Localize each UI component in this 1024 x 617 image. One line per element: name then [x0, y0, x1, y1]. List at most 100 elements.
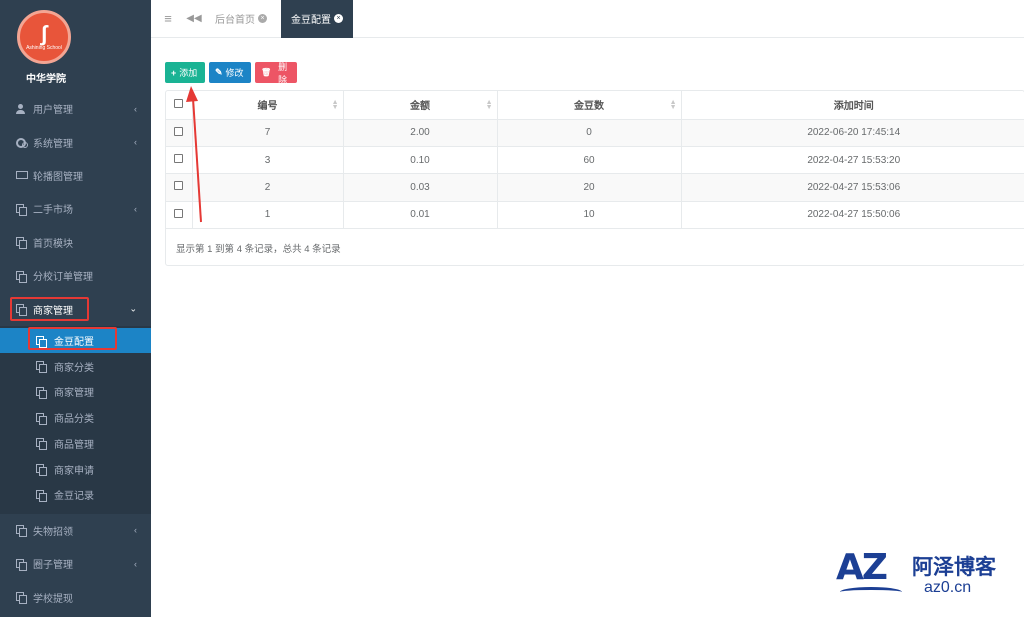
sidebar-nav-bottom: 失物招领 ‹ 圈子管理 ‹ 学校提现 [0, 514, 151, 614]
tab-label: 金豆配置 [291, 15, 331, 26]
table-row[interactable]: 1 0.01 10 2022-04-27 15:50:06 [166, 201, 1024, 230]
pencil-icon: ✎ [215, 67, 223, 77]
table-row[interactable]: 2 0.03 20 2022-04-27 15:53:06 [166, 173, 1024, 202]
cell-created: 2022-04-27 15:53:06 [681, 173, 1024, 202]
sidebar-item-label: 商家管理 [33, 305, 73, 317]
double-chevron-left-icon[interactable]: ◀◀ [183, 13, 205, 24]
sidebar-item-label: 二手市场 [33, 205, 73, 217]
copy-icon [16, 203, 27, 216]
toolbar: + 添加 ✎ 修改 🗑 删除 [165, 61, 297, 85]
submenu-item-merchant-manage[interactable]: 商家管理 [0, 379, 151, 405]
sidebar-item-label: 失物招领 [33, 526, 73, 538]
row-checkbox[interactable] [174, 208, 184, 218]
menu-icon[interactable]: ≡ [157, 11, 179, 26]
submenu-item-merchant-category[interactable]: 商家分类 [0, 353, 151, 379]
cell-amount: 0.03 [343, 173, 498, 202]
copy-icon [36, 438, 47, 451]
add-button-label: 添加 [179, 68, 198, 78]
column-header-id[interactable]: 编号 ▲ ▼ [192, 91, 344, 120]
delete-button[interactable]: 🗑 删除 [255, 61, 297, 85]
select-all-cell [166, 91, 193, 120]
sidebar-item-circles[interactable]: 圈子管理 ‹ [0, 547, 151, 580]
copy-icon [16, 592, 27, 605]
submenu-item-label: 金豆配置 [54, 337, 94, 349]
school-logo: ʃ Ashining School [17, 10, 71, 64]
cell-id: 7 [192, 119, 344, 147]
sidebar-item-label: 首页模块 [33, 238, 73, 250]
cell-created: 2022-06-20 17:45:14 [681, 119, 1024, 147]
sidebar-item-merchants[interactable]: 商家管理 ⌄ [0, 292, 151, 325]
cell-beans: 0 [497, 119, 682, 147]
row-checkbox[interactable] [174, 181, 184, 191]
copy-icon [16, 270, 27, 283]
logo-glyph: ʃ [40, 21, 48, 46]
cell-created: 2022-04-27 15:50:06 [681, 201, 1024, 230]
submenu-item-product-manage[interactable]: 商品管理 [0, 430, 151, 456]
cell-beans: 60 [497, 146, 682, 175]
cell-id: 3 [192, 146, 344, 175]
delete-button-label: 删除 [278, 61, 288, 85]
submenu-item-label: 商品管理 [54, 439, 94, 451]
column-header-beans[interactable]: 金豆数 ▲ ▼ [497, 91, 682, 120]
table-row[interactable]: 7 2.00 0 2022-06-20 17:45:14 [166, 119, 1024, 147]
submenu-item-gold-bean-records[interactable]: 金豆记录 [0, 482, 151, 508]
row-checkbox[interactable] [174, 126, 184, 136]
sidebar-item-second-hand[interactable]: 二手市场 ‹ [0, 192, 151, 225]
sidebar: ʃ Ashining School 中华学院 用户管理 ‹ 系统管理 ‹ 轮播图… [0, 0, 151, 617]
copy-icon [16, 237, 27, 250]
chevron-left-icon: ‹ [134, 203, 137, 214]
sidebar-item-label: 轮播图管理 [33, 171, 83, 183]
chevron-left-icon: ‹ [134, 137, 137, 148]
chevron-left-icon: ‹ [134, 103, 137, 114]
row-checkbox[interactable] [174, 154, 184, 164]
column-header-created[interactable]: 添加时间 [681, 91, 1024, 120]
copy-icon [36, 412, 47, 425]
logo-area: ʃ Ashining School 中华学院 [0, 0, 151, 92]
submenu-item-label: 商家管理 [54, 388, 94, 400]
sort-icon: ▲ ▼ [331, 98, 339, 111]
tab-gold-bean-config[interactable]: 金豆配置 × [281, 0, 353, 38]
cell-id: 1 [192, 201, 344, 230]
cell-amount: 0.10 [343, 146, 498, 175]
sidebar-item-label: 用户管理 [33, 105, 73, 117]
column-header-amount[interactable]: 金额 ▲ ▼ [343, 91, 498, 120]
add-button[interactable]: + 添加 [165, 62, 205, 83]
cogs-icon [16, 137, 28, 149]
submenu-item-product-category[interactable]: 商品分类 [0, 405, 151, 431]
sidebar-item-label: 分校订单管理 [33, 272, 93, 284]
sidebar-item-users[interactable]: 用户管理 ‹ [0, 92, 151, 125]
sidebar-item-system[interactable]: 系统管理 ‹ [0, 125, 151, 158]
edit-button[interactable]: ✎ 修改 [209, 62, 251, 83]
sidebar-item-carousel[interactable]: 轮播图管理 [0, 159, 151, 192]
copy-icon [16, 304, 27, 317]
sidebar-item-label: 学校提现 [33, 593, 73, 605]
copy-icon [36, 489, 47, 502]
submenu-item-label: 金豆记录 [54, 491, 94, 503]
copy-icon [16, 558, 27, 571]
sidebar-item-home-module[interactable]: 首页模块 [0, 226, 151, 259]
close-icon[interactable]: × [258, 14, 267, 23]
sidebar-item-school-withdraw[interactable]: 学校提现 [0, 580, 151, 613]
desktop-icon [16, 170, 28, 180]
submenu-item-gold-bean-config[interactable]: 金豆配置 [0, 327, 151, 354]
sidebar-nav: 用户管理 ‹ 系统管理 ‹ 轮播图管理 二手市场 ‹ 首页模块 分校订单管理 商… [0, 92, 151, 326]
cell-created: 2022-04-27 15:53:20 [681, 146, 1024, 175]
watermark-url: az0.cn [924, 579, 972, 596]
submenu-item-label: 商家申请 [54, 465, 94, 477]
select-all-checkbox[interactable] [174, 98, 184, 108]
sort-icon: ▲ ▼ [669, 98, 677, 111]
copy-icon [36, 464, 47, 477]
sidebar-item-branch-orders[interactable]: 分校订单管理 [0, 259, 151, 292]
chevron-left-icon: ‹ [134, 558, 137, 569]
cell-id: 2 [192, 173, 344, 202]
pagination-info: 显示第 1 到第 4 条记录，总共 4 条记录 [176, 244, 341, 255]
sidebar-item-label: 圈子管理 [33, 560, 73, 572]
watermark: AZ 阿泽博客 az0.cn [836, 547, 1016, 607]
tab-home[interactable]: 后台首页 × [205, 0, 277, 38]
submenu-item-label: 商品分类 [54, 414, 94, 426]
close-icon[interactable]: × [334, 14, 343, 23]
table-row[interactable]: 3 0.10 60 2022-04-27 15:53:20 [166, 146, 1024, 175]
sidebar-item-lost-found[interactable]: 失物招领 ‹ [0, 514, 151, 547]
submenu-item-merchant-apply[interactable]: 商家申请 [0, 456, 151, 482]
copy-icon [36, 335, 47, 348]
